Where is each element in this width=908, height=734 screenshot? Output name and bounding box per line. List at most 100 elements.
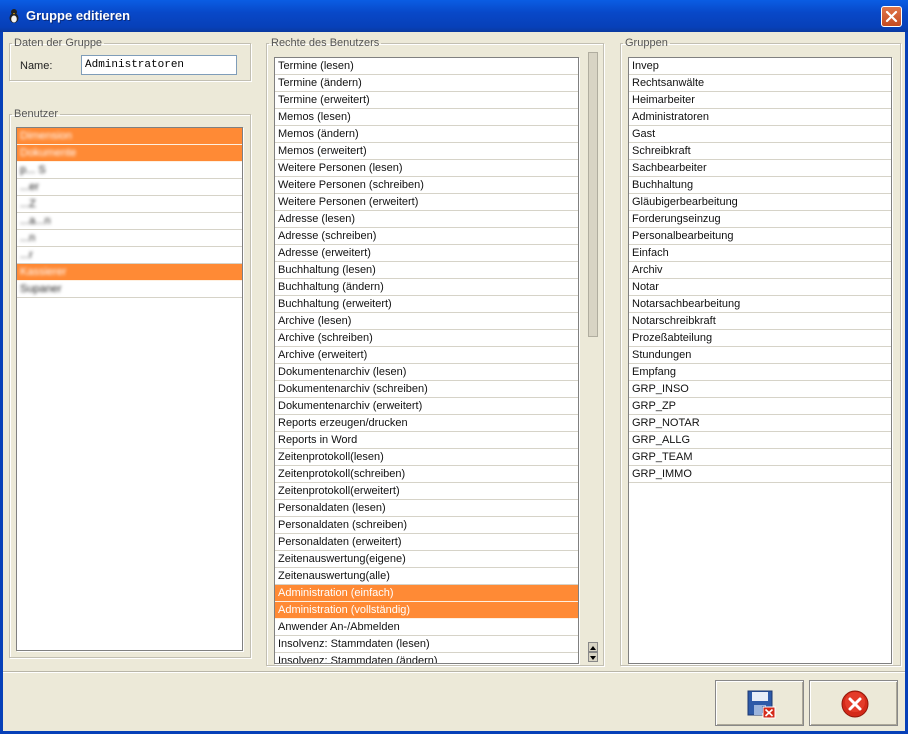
- group-list-item[interactable]: Notarschreibkraft: [629, 313, 891, 330]
- right-list-item[interactable]: Anwender An-/Abmelden: [275, 619, 578, 636]
- group-list-item[interactable]: GRP_TEAM: [629, 449, 891, 466]
- group-list-item[interactable]: Stundungen: [629, 347, 891, 364]
- user-list-item[interactable]: ...er: [17, 179, 242, 196]
- right-list-item[interactable]: Personaldaten (schreiben): [275, 517, 578, 534]
- group-list-item[interactable]: Schreibkraft: [629, 143, 891, 160]
- right-list-item[interactable]: Memos (lesen): [275, 109, 578, 126]
- group-list-item[interactable]: Notarsachbearbeitung: [629, 296, 891, 313]
- right-list-item[interactable]: Archive (schreiben): [275, 330, 578, 347]
- window-close-button[interactable]: [881, 6, 902, 27]
- group-list-item[interactable]: GRP_ZP: [629, 398, 891, 415]
- arrow-up-icon: [590, 646, 596, 650]
- group-list-item[interactable]: Forderungseinzug: [629, 211, 891, 228]
- rights-scrollbar-thumb[interactable]: [588, 52, 598, 337]
- scroll-down-button[interactable]: [588, 652, 598, 662]
- user-list-item[interactable]: p... S: [17, 162, 242, 179]
- right-list-item[interactable]: Reports in Word: [275, 432, 578, 449]
- group-list-item[interactable]: Invep: [629, 58, 891, 75]
- right-list-item-label: Zeitenprotokoll(erweitert): [278, 485, 400, 497]
- group-list-item[interactable]: Empfang: [629, 364, 891, 381]
- right-list-item[interactable]: Memos (erweitert): [275, 143, 578, 160]
- name-label: Name:: [20, 60, 53, 72]
- groups-list[interactable]: Invep Rechtsanwälte Heimarbeiter Administra…: [628, 57, 892, 664]
- right-list-item[interactable]: Termine (lesen): [275, 58, 578, 75]
- right-list-item[interactable]: Weitere Personen (lesen): [275, 160, 578, 177]
- right-list-item-label: Buchhaltung (ändern): [278, 281, 384, 293]
- save-button[interactable]: [715, 680, 804, 726]
- right-list-item[interactable]: Zeitenprotokoll(lesen): [275, 449, 578, 466]
- group-list-item-label: GRP_ZP: [632, 400, 677, 412]
- right-list-item-label: Adresse (schreiben): [278, 230, 377, 242]
- group-list-item-label: Sachbearbeiter: [632, 162, 707, 174]
- user-list-item[interactable]: Dokumente: [17, 145, 242, 162]
- right-list-item[interactable]: Weitere Personen (erweitert): [275, 194, 578, 211]
- cancel-icon: [841, 690, 869, 718]
- right-list-item[interactable]: Dokumentenarchiv (erweitert): [275, 398, 578, 415]
- user-list-item[interactable]: ...Z: [17, 196, 242, 213]
- right-list-item[interactable]: Adresse (erweitert): [275, 245, 578, 262]
- right-list-item[interactable]: Personaldaten (lesen): [275, 500, 578, 517]
- right-list-item[interactable]: Dokumentenarchiv (schreiben): [275, 381, 578, 398]
- right-list-item[interactable]: Archive (erweitert): [275, 347, 578, 364]
- user-list-item[interactable]: Supaner: [17, 281, 242, 298]
- user-list-item-label: ...a...n: [20, 215, 51, 227]
- group-list-item-label: Personalbearbeitung: [632, 230, 734, 242]
- right-list-item[interactable]: Reports erzeugen/drucken: [275, 415, 578, 432]
- right-list-item[interactable]: Archive (lesen): [275, 313, 578, 330]
- scroll-up-button[interactable]: [588, 642, 598, 652]
- rights-scrollbar[interactable]: [588, 52, 598, 664]
- right-list-item[interactable]: Administration (einfach): [275, 585, 578, 602]
- group-list-item[interactable]: Archiv: [629, 262, 891, 279]
- user-list-item[interactable]: ...r: [17, 247, 242, 264]
- save-floppy-icon: [747, 690, 776, 719]
- right-list-item[interactable]: Buchhaltung (lesen): [275, 262, 578, 279]
- right-list-item[interactable]: Termine (erweitert): [275, 92, 578, 109]
- user-list-item-label: ...Z: [20, 198, 36, 210]
- group-name-input[interactable]: [81, 55, 237, 75]
- right-list-item[interactable]: Insolvenz: Stammdaten (lesen): [275, 636, 578, 653]
- group-list-item[interactable]: Personalbearbeitung: [629, 228, 891, 245]
- right-list-item[interactable]: Buchhaltung (erweitert): [275, 296, 578, 313]
- right-list-item-label: Archive (erweitert): [278, 349, 368, 361]
- right-list-item[interactable]: Insolvenz: Stammdaten (ändern): [275, 653, 578, 663]
- right-list-item[interactable]: Memos (ändern): [275, 126, 578, 143]
- right-list-item[interactable]: Zeitenauswertung(eigene): [275, 551, 578, 568]
- group-list-item[interactable]: Gläubigerbearbeitung: [629, 194, 891, 211]
- rights-legend: Rechte des Benutzers: [271, 37, 380, 49]
- group-list-item[interactable]: GRP_NOTAR: [629, 415, 891, 432]
- rights-list[interactable]: Termine (lesen) Termine (ändern) Termine (…: [274, 57, 579, 664]
- group-list-item-label: GRP_NOTAR: [632, 417, 700, 429]
- user-list-item[interactable]: ...n: [17, 230, 242, 247]
- user-list-item[interactable]: Dimension: [17, 128, 242, 145]
- right-list-item[interactable]: Adresse (schreiben): [275, 228, 578, 245]
- right-list-item[interactable]: Zeitenauswertung(alle): [275, 568, 578, 585]
- right-list-item[interactable]: Weitere Personen (schreiben): [275, 177, 578, 194]
- cancel-button[interactable]: [809, 680, 898, 726]
- group-list-item[interactable]: GRP_ALLG: [629, 432, 891, 449]
- group-list-item[interactable]: Prozeßabteilung: [629, 330, 891, 347]
- right-list-item[interactable]: Dokumentenarchiv (lesen): [275, 364, 578, 381]
- user-list-item[interactable]: ...a...n: [17, 213, 242, 230]
- group-list-item[interactable]: Heimarbeiter: [629, 92, 891, 109]
- user-list-item[interactable]: Kassierer: [17, 264, 242, 281]
- right-list-item[interactable]: Administration (vollständig): [275, 602, 578, 619]
- users-list[interactable]: Dimension Dokumente p... S ...er ...Z ...a...…: [16, 127, 243, 651]
- right-list-item[interactable]: Buchhaltung (ändern): [275, 279, 578, 296]
- group-list-item[interactable]: Gast: [629, 126, 891, 143]
- group-list-item[interactable]: Rechtsanwälte: [629, 75, 891, 92]
- right-list-item[interactable]: Adresse (lesen): [275, 211, 578, 228]
- group-list-item[interactable]: GRP_INSO: [629, 381, 891, 398]
- group-list-item[interactable]: Administratoren: [629, 109, 891, 126]
- group-list-item[interactable]: Notar: [629, 279, 891, 296]
- right-list-item-label: Buchhaltung (erweitert): [278, 298, 392, 310]
- group-list-item[interactable]: Einfach: [629, 245, 891, 262]
- right-list-item[interactable]: Termine (ändern): [275, 75, 578, 92]
- right-list-item[interactable]: Personaldaten (erweitert): [275, 534, 578, 551]
- right-list-item[interactable]: Zeitenprotokoll(schreiben): [275, 466, 578, 483]
- group-list-item[interactable]: GRP_IMMO: [629, 466, 891, 483]
- right-list-item-label: Memos (erweitert): [278, 145, 367, 157]
- group-list-item[interactable]: Sachbearbeiter: [629, 160, 891, 177]
- right-list-item-label: Zeitenprotokoll(lesen): [278, 451, 384, 463]
- group-list-item[interactable]: Buchhaltung: [629, 177, 891, 194]
- right-list-item[interactable]: Zeitenprotokoll(erweitert): [275, 483, 578, 500]
